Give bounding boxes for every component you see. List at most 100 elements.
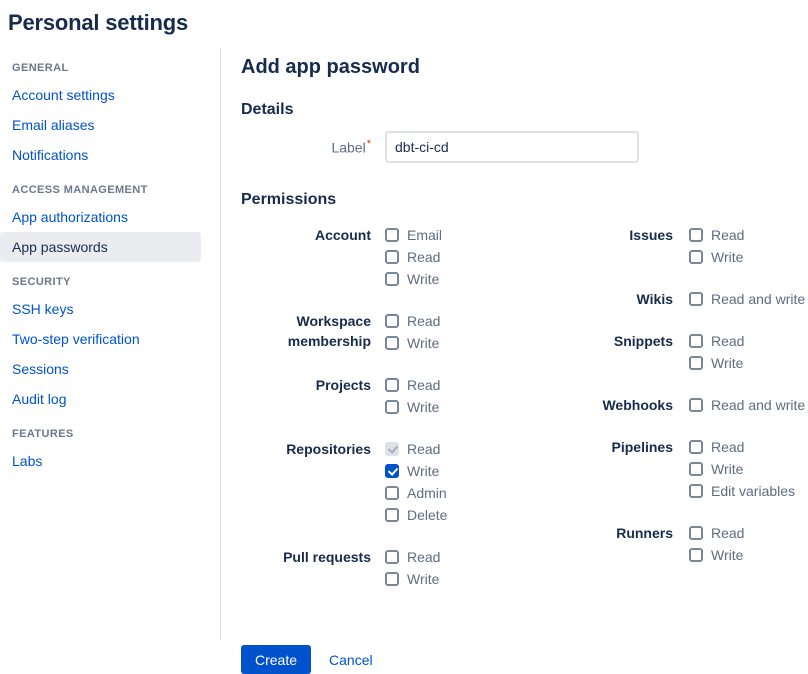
group-label-webhooks: Webhooks (561, 395, 689, 415)
permissions-column-left: Account Email Read Write (241, 225, 561, 611)
group-label-repositories: Repositories (241, 439, 385, 459)
option-repositories-delete[interactable]: Delete (385, 505, 447, 525)
option-account-email[interactable]: Email (385, 225, 442, 245)
option-webhooks-read-and-write[interactable]: Read and write (689, 395, 805, 415)
option-issues-write[interactable]: Write (689, 247, 744, 267)
permissions-heading: Permissions (241, 191, 808, 209)
checkbox-label: Read (407, 247, 440, 267)
sidebar-item-account-settings[interactable]: Account settings (0, 80, 201, 110)
checkbox-label: Email (407, 225, 442, 245)
checkbox-label: Write (711, 353, 743, 373)
checkbox-label: Admin (407, 483, 447, 503)
option-pull-requests-read[interactable]: Read (385, 547, 440, 567)
sidebar-item-notifications[interactable]: Notifications (0, 140, 201, 170)
options: Email Read Write (385, 225, 442, 291)
option-wikis-read-and-write[interactable]: Read and write (689, 289, 805, 309)
option-workspace-membership-write[interactable]: Write (385, 333, 440, 353)
checkbox-label: Edit variables (711, 481, 795, 501)
options: Read Write (385, 375, 440, 419)
checkbox-label: Read (407, 439, 440, 459)
options: Read Write (385, 311, 440, 355)
checkbox-runners-write[interactable] (689, 548, 703, 562)
option-repositories-write[interactable]: Write (385, 461, 447, 481)
option-runners-read[interactable]: Read (689, 523, 744, 543)
permission-group-pipelines: Pipelines Read Write Edit variables (561, 437, 808, 503)
options: Read Write Admin Delete (385, 439, 447, 527)
option-runners-write[interactable]: Write (689, 545, 744, 565)
checkbox-label: Write (407, 269, 439, 289)
checkbox-label: Write (407, 461, 439, 481)
checkbox-account-read[interactable] (385, 250, 399, 264)
sidebar-item-app-passwords[interactable]: App passwords (0, 232, 201, 262)
checkbox-workspace-membership-write[interactable] (385, 336, 399, 350)
label-input[interactable] (385, 131, 639, 163)
permission-group-workspace-membership: Workspace membership Read Write (241, 311, 561, 355)
checkbox-pull-requests-write[interactable] (385, 572, 399, 586)
checkbox-snippets-read[interactable] (689, 334, 703, 348)
checkbox-repositories-delete[interactable] (385, 508, 399, 522)
permission-group-snippets: Snippets Read Write (561, 331, 808, 375)
checkbox-projects-read[interactable] (385, 378, 399, 392)
checkbox-pull-requests-read[interactable] (385, 550, 399, 564)
checkbox-label: Write (711, 545, 743, 565)
details-heading: Details (241, 101, 808, 119)
options: Read and write (689, 289, 805, 311)
checkbox-label: Read and write (711, 395, 805, 415)
checkbox-pipelines-write[interactable] (689, 462, 703, 476)
cancel-link[interactable]: Cancel (329, 652, 373, 668)
options: Read Write Edit variables (689, 437, 795, 503)
option-pull-requests-write[interactable]: Write (385, 569, 440, 589)
option-snippets-write[interactable]: Write (689, 353, 744, 373)
label-field-label: Label* (241, 138, 385, 156)
group-label-snippets: Snippets (561, 331, 689, 351)
sidebar-item-email-aliases[interactable]: Email aliases (0, 110, 201, 140)
sidebar-item-two-step-verification[interactable]: Two-step verification (0, 324, 201, 354)
checkbox-account-write[interactable] (385, 272, 399, 286)
create-button[interactable]: Create (241, 645, 311, 674)
option-projects-read[interactable]: Read (385, 375, 440, 395)
group-label-projects: Projects (241, 375, 385, 395)
option-account-write[interactable]: Write (385, 269, 442, 289)
option-issues-read[interactable]: Read (689, 225, 744, 245)
checkbox-workspace-membership-read[interactable] (385, 314, 399, 328)
option-pipelines-read[interactable]: Read (689, 437, 795, 457)
checkbox-label: Read (711, 437, 744, 457)
checkbox-label: Write (407, 333, 439, 353)
sidebar-item-labs[interactable]: Labs (0, 446, 201, 476)
label-field-row: Label* (241, 131, 808, 163)
option-snippets-read[interactable]: Read (689, 331, 744, 351)
checkbox-label: Read (407, 547, 440, 567)
checkbox-repositories-admin[interactable] (385, 486, 399, 500)
sidebar-item-app-authorizations[interactable]: App authorizations (0, 202, 201, 232)
checkbox-pipelines-read[interactable] (689, 440, 703, 454)
sidebar-item-ssh-keys[interactable]: SSH keys (0, 294, 201, 324)
permission-group-issues: Issues Read Write (561, 225, 808, 269)
permission-group-runners: Runners Read Write (561, 523, 808, 567)
option-projects-write[interactable]: Write (385, 397, 440, 417)
checkbox-webhooks-read-and-write[interactable] (689, 398, 703, 412)
option-pipelines-write[interactable]: Write (689, 459, 795, 479)
label-text: Label (331, 140, 365, 156)
option-account-read[interactable]: Read (385, 247, 442, 267)
option-workspace-membership-read[interactable]: Read (385, 311, 440, 331)
checkbox-account-email[interactable] (385, 228, 399, 242)
sidebar-item-sessions[interactable]: Sessions (0, 354, 201, 384)
permission-group-webhooks: Webhooks Read and write (561, 395, 808, 417)
option-pipelines-edit-variables[interactable]: Edit variables (689, 481, 795, 501)
checkbox-pipelines-edit-variables[interactable] (689, 484, 703, 498)
checkbox-wikis-read-and-write[interactable] (689, 292, 703, 306)
sidebar-item-audit-log[interactable]: Audit log (0, 384, 201, 414)
options: Read and write (689, 395, 805, 417)
sidebar-section-features: FEATURES (12, 428, 220, 440)
permission-group-pull-requests: Pull requests Read Write (241, 547, 561, 591)
checkbox-runners-read[interactable] (689, 526, 703, 540)
checkbox-issues-write[interactable] (689, 250, 703, 264)
checkbox-issues-read[interactable] (689, 228, 703, 242)
sidebar-section-access-management: ACCESS MANAGEMENT (12, 184, 220, 196)
checkbox-snippets-write[interactable] (689, 356, 703, 370)
checkbox-projects-write[interactable] (385, 400, 399, 414)
page-title: Personal settings (8, 10, 808, 36)
option-repositories-admin[interactable]: Admin (385, 483, 447, 503)
group-label-wikis: Wikis (561, 289, 689, 309)
checkbox-repositories-write[interactable] (385, 464, 399, 478)
